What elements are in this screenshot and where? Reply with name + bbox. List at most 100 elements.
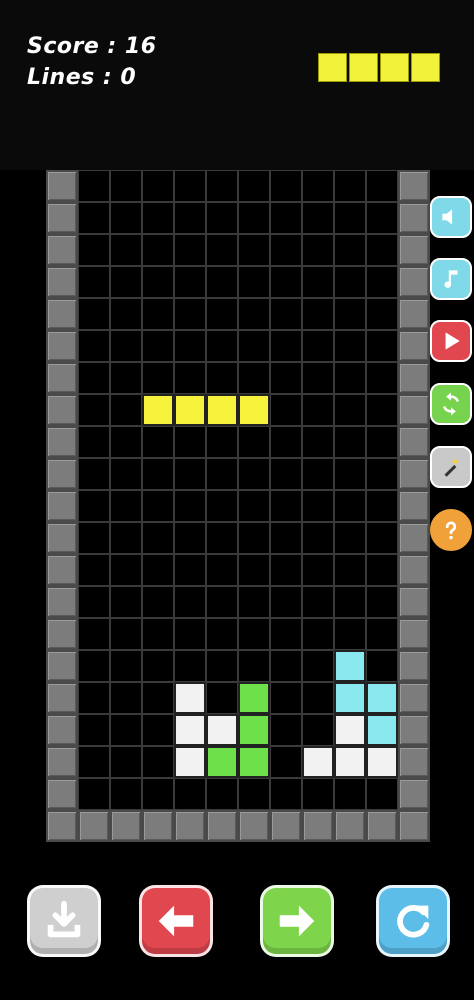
score-label: Score : 16 — [27, 34, 157, 59]
wall-block — [110, 810, 142, 842]
empty-cell — [78, 490, 110, 522]
wall-block — [46, 394, 78, 426]
falling-piece-block — [206, 394, 238, 426]
empty-cell — [270, 426, 302, 458]
empty-cell — [334, 778, 366, 810]
locked-block — [334, 682, 366, 714]
empty-cell — [206, 618, 238, 650]
empty-cell — [78, 202, 110, 234]
empty-cell — [238, 554, 270, 586]
empty-cell — [270, 650, 302, 682]
empty-cell — [302, 394, 334, 426]
rotate-button[interactable] — [376, 885, 450, 957]
empty-cell — [142, 170, 174, 202]
wall-block — [398, 362, 430, 394]
wall-block — [398, 202, 430, 234]
empty-cell — [334, 522, 366, 554]
wall-block — [46, 554, 78, 586]
empty-cell — [174, 266, 206, 298]
empty-cell — [110, 746, 142, 778]
empty-cell — [366, 426, 398, 458]
wall-block — [398, 522, 430, 554]
locked-block — [334, 650, 366, 682]
empty-cell — [206, 202, 238, 234]
empty-cell — [142, 298, 174, 330]
empty-cell — [366, 458, 398, 490]
empty-cell — [366, 618, 398, 650]
empty-cell — [302, 714, 334, 746]
game-board[interactable] — [46, 170, 430, 842]
magic-button[interactable] — [430, 446, 472, 488]
empty-cell — [206, 490, 238, 522]
empty-cell — [302, 426, 334, 458]
wall-block — [398, 266, 430, 298]
wall-block — [46, 458, 78, 490]
empty-cell — [78, 522, 110, 554]
empty-cell — [366, 394, 398, 426]
wall-block — [398, 458, 430, 490]
empty-cell — [238, 202, 270, 234]
empty-cell — [174, 554, 206, 586]
empty-cell — [174, 234, 206, 266]
empty-cell — [110, 714, 142, 746]
locked-block — [366, 746, 398, 778]
empty-cell — [78, 234, 110, 266]
move-right-button[interactable] — [260, 885, 334, 957]
empty-cell — [238, 298, 270, 330]
empty-cell — [334, 330, 366, 362]
empty-cell — [174, 330, 206, 362]
empty-cell — [270, 234, 302, 266]
empty-cell — [142, 746, 174, 778]
empty-cell — [302, 554, 334, 586]
empty-cell — [110, 170, 142, 202]
empty-cell — [142, 714, 174, 746]
empty-cell — [142, 778, 174, 810]
empty-cell — [238, 586, 270, 618]
falling-piece-block — [238, 394, 270, 426]
wall-block — [46, 714, 78, 746]
music-button[interactable] — [430, 258, 472, 300]
empty-cell — [110, 554, 142, 586]
arrow-left-icon — [153, 898, 199, 944]
empty-cell — [78, 394, 110, 426]
empty-cell — [142, 234, 174, 266]
empty-cell — [238, 522, 270, 554]
empty-cell — [78, 618, 110, 650]
help-button[interactable] — [430, 509, 472, 551]
wall-block — [398, 554, 430, 586]
empty-cell — [142, 362, 174, 394]
empty-cell — [270, 458, 302, 490]
locked-block — [174, 746, 206, 778]
empty-cell — [110, 426, 142, 458]
empty-cell — [238, 330, 270, 362]
empty-cell — [270, 394, 302, 426]
empty-cell — [174, 202, 206, 234]
empty-cell — [206, 234, 238, 266]
empty-cell — [174, 490, 206, 522]
wall-block — [398, 618, 430, 650]
empty-cell — [238, 618, 270, 650]
empty-cell — [110, 202, 142, 234]
move-left-button[interactable] — [139, 885, 213, 957]
empty-cell — [206, 426, 238, 458]
wall-block — [46, 234, 78, 266]
wall-block — [46, 330, 78, 362]
empty-cell — [110, 362, 142, 394]
wall-block — [398, 490, 430, 522]
wall-block — [238, 810, 270, 842]
empty-cell — [270, 618, 302, 650]
empty-cell — [142, 618, 174, 650]
empty-cell — [174, 650, 206, 682]
empty-cell — [366, 650, 398, 682]
empty-cell — [206, 554, 238, 586]
empty-cell — [302, 234, 334, 266]
play-button[interactable] — [430, 320, 472, 362]
wall-block — [398, 234, 430, 266]
restart-button[interactable] — [430, 383, 472, 425]
sound-button[interactable] — [430, 196, 472, 238]
drop-button[interactable] — [27, 885, 101, 957]
empty-cell — [206, 170, 238, 202]
empty-cell — [334, 394, 366, 426]
arrow-right-icon — [274, 898, 320, 944]
empty-cell — [78, 778, 110, 810]
